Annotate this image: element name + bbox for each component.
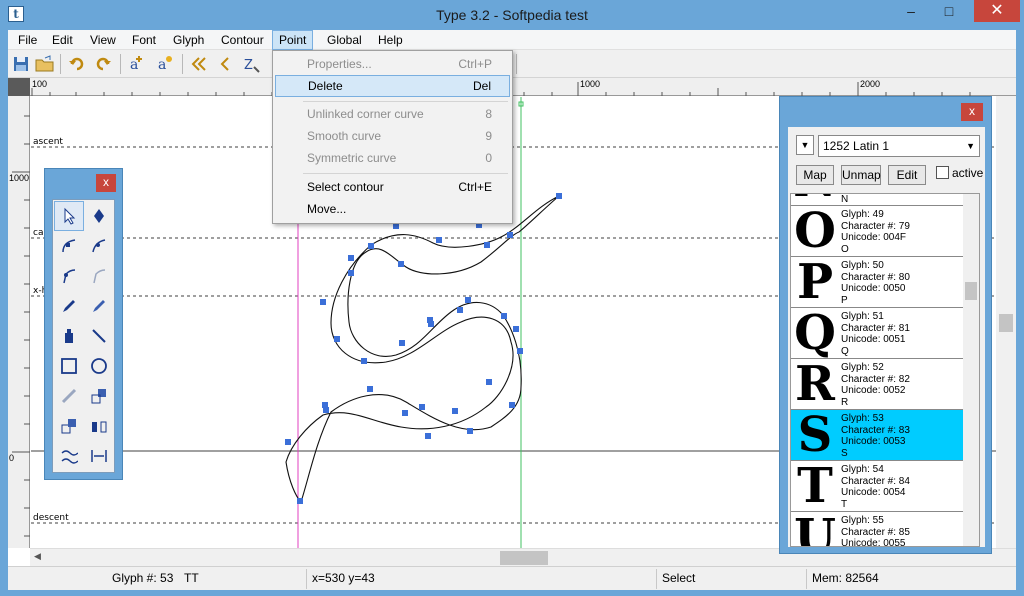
menu-view[interactable]: View <box>84 30 122 50</box>
ruler-label-100: 100 <box>32 79 48 89</box>
point-menu: Properties... Ctrl+P Delete Del Unlinked c… <box>272 50 513 224</box>
menu-item-delete[interactable]: Delete Del <box>275 75 510 97</box>
ellipse-icon[interactable] <box>84 351 114 381</box>
minimize-button[interactable]: – <box>896 0 926 22</box>
main-vertical-scroll-thumb[interactable] <box>999 314 1013 332</box>
pen-nib-icon[interactable] <box>84 201 114 231</box>
line-icon[interactable] <box>84 321 114 351</box>
glyph-list[interactable]: N N O Glyph: 49Character #: 79Unicode: 0… <box>790 193 980 547</box>
codepage-select[interactable]: 1252 Latin 1 ▼ <box>818 135 980 157</box>
ink-bottle-icon[interactable] <box>54 321 84 351</box>
filter-dropdown[interactable]: ▼ <box>796 135 814 155</box>
glyph-row[interactable]: Q Glyph: 51 Character #: 81 Unicode: 0051 Q <box>791 308 965 359</box>
edit-button[interactable]: Edit <box>888 165 926 185</box>
glyph-list-scrollbar[interactable] <box>963 194 979 546</box>
smooth-curve-icon[interactable] <box>84 231 114 261</box>
menu-item-select-contour[interactable]: Select contour Ctrl+E <box>275 176 510 198</box>
glyph-row[interactable]: R Glyph: 52 Character #: 82 Unicode: 0052 R <box>791 359 965 410</box>
menu-bar: File Edit View Font Glyph Contour Point … <box>8 30 1016 50</box>
status-coordinates: x=530 y=43 <box>312 571 375 585</box>
tangent-curve-icon[interactable] <box>84 261 114 291</box>
horizontal-ruler: 100 1000 2000 <box>30 78 1016 96</box>
menu-edit[interactable]: Edit <box>46 30 79 50</box>
menu-global[interactable]: Global <box>321 30 368 50</box>
glyph-tool-icon[interactable]: a <box>154 53 176 75</box>
glyph-row[interactable]: O Glyph: 49 Character #: 79 Unicode: 004F O <box>791 206 965 257</box>
glyph-row[interactable]: P Glyph: 50 Character #: 80 Unicode: 0050 P <box>791 257 965 308</box>
save-icon[interactable] <box>10 53 32 75</box>
svg-text:a: a <box>158 57 166 73</box>
status-bar: Glyph #: 53 TT x=530 y=43 Select Mem: 82… <box>8 566 1016 590</box>
menu-contour[interactable]: Contour <box>215 30 270 50</box>
menu-item-properties[interactable]: Properties... Ctrl+P <box>275 53 510 75</box>
redo-icon[interactable] <box>92 53 114 75</box>
chevron-down-icon: ▼ <box>966 141 975 151</box>
guide-label-ascent: ascent <box>33 137 63 147</box>
title-bar: t Type 3.2 - Softpedia test – □ ✕ <box>0 0 1024 30</box>
pencil-icon[interactable] <box>54 291 84 321</box>
character-map-close-button[interactable]: x <box>961 103 983 121</box>
select-arrow-icon[interactable] <box>54 201 84 231</box>
glyph-row[interactable]: T Glyph: 54 Character #: 84 Unicode: 0054 T <box>791 461 965 512</box>
character-map-body: ▼ 1252 Latin 1 ▼ Map Unmap Edit active N … <box>788 127 985 547</box>
character-map-panel: x ▼ 1252 Latin 1 ▼ Map Unmap Edit active … <box>779 96 992 554</box>
tool-palette: x <box>44 168 123 480</box>
menu-file[interactable]: File <box>12 30 43 50</box>
rotate-icon[interactable] <box>54 411 84 441</box>
ruler-label-v1000: 1000 <box>9 173 30 183</box>
menu-point[interactable]: Point <box>272 30 314 50</box>
corner-curve-icon[interactable] <box>54 231 84 261</box>
menu-font[interactable]: Font <box>126 30 162 50</box>
unmap-button[interactable]: Unmap <box>841 165 881 185</box>
status-glyph-number: Glyph #: 53 <box>112 571 174 585</box>
menu-item-unlinked-corner-curve[interactable]: Unlinked corner curve 8 <box>275 103 510 125</box>
flip-icon[interactable] <box>84 411 114 441</box>
ruler-corner <box>8 78 30 96</box>
guide-label-descent: descent <box>33 513 69 523</box>
pencil-alt-icon[interactable] <box>84 291 114 321</box>
status-memory: Mem: 82564 <box>812 571 879 585</box>
tool-palette-close-button[interactable]: x <box>96 174 116 192</box>
svg-text:Z: Z <box>244 58 253 73</box>
add-glyph-icon[interactable]: a <box>126 53 148 75</box>
menu-item-symmetric-curve[interactable]: Symmetric curve 0 <box>275 147 510 169</box>
ruler-label-v0: 0 <box>9 453 15 463</box>
previous-glyph-icon[interactable] <box>214 53 236 75</box>
maximize-button[interactable]: □ <box>934 0 964 22</box>
symmetric-curve-icon[interactable] <box>54 261 84 291</box>
scale-icon[interactable] <box>84 381 114 411</box>
open-folder-icon[interactable] <box>34 53 56 75</box>
first-glyph-icon[interactable] <box>188 53 210 75</box>
glyph-row-selected[interactable]: S Glyph: 53 Character #: 83 Unicode: 0053 S <box>791 410 965 461</box>
glyph-row-partial[interactable]: N N <box>791 194 965 206</box>
main-vertical-scrollbar[interactable] <box>996 96 1016 548</box>
rectangle-icon[interactable] <box>54 351 84 381</box>
active-checkbox[interactable] <box>936 166 949 179</box>
main-horizontal-scroll-thumb[interactable] <box>500 551 548 565</box>
vertical-ruler: 1000 0 <box>8 96 30 548</box>
measure-icon[interactable] <box>54 381 84 411</box>
zoom-icon[interactable]: Z <box>240 53 262 75</box>
glyph-row[interactable]: U Glyph: 55Character #: 85Unicode: 0055U <box>791 512 965 546</box>
map-button[interactable]: Map <box>796 165 834 185</box>
glyph-list-scroll-thumb[interactable] <box>965 282 977 300</box>
ruler-label-1000: 1000 <box>580 79 601 89</box>
width-icon[interactable] <box>84 441 114 471</box>
menu-glyph[interactable]: Glyph <box>167 30 210 50</box>
menu-item-move[interactable]: Move... <box>275 198 510 220</box>
tool-palette-body <box>52 199 115 473</box>
window-title: Type 3.2 - Softpedia test <box>436 7 588 23</box>
active-label: active <box>952 166 984 180</box>
skew-icon[interactable] <box>54 441 84 471</box>
menu-help[interactable]: Help <box>372 30 409 50</box>
close-button[interactable]: ✕ <box>974 0 1020 22</box>
status-mode: TT <box>184 571 199 585</box>
undo-icon[interactable] <box>66 53 88 75</box>
menu-item-smooth-curve[interactable]: Smooth curve 9 <box>275 125 510 147</box>
status-tool: Select <box>662 571 696 585</box>
ruler-label-2000: 2000 <box>860 79 881 89</box>
